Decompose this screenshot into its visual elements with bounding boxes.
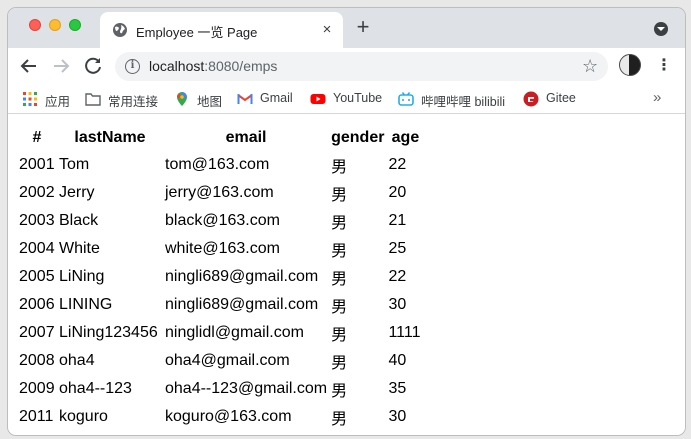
column-header-age: age <box>391 129 420 146</box>
cell-id: 2001 <box>19 156 55 173</box>
window-maximize-button[interactable] <box>69 19 81 31</box>
cell-gender: 男 <box>331 243 348 260</box>
bookmark-star-icon[interactable]: ☆ <box>582 56 598 76</box>
cell-lastname: LINING <box>59 296 113 313</box>
cell-id: 2007 <box>19 324 55 341</box>
cell-email: koguro@163.com <box>165 408 292 425</box>
cell-gender: 男 <box>331 299 348 316</box>
column-header-gender: gender <box>331 129 385 146</box>
cell-age: 20 <box>388 184 407 201</box>
cell-lastname: oha4 <box>59 352 95 369</box>
bookmarks-overflow-icon[interactable]: » <box>653 89 661 106</box>
cell-age: 1111 <box>388 324 421 341</box>
cell-email: oha4@gmail.com <box>165 352 290 369</box>
back-arrow-icon[interactable] <box>17 54 41 78</box>
table-row: 2007 LiNing123456 ninglidl@gmail.com 男 1… <box>18 320 423 346</box>
more-menu-icon[interactable]: ⋮ <box>656 55 672 77</box>
cell-email: ningli689@gmail.com <box>165 268 319 285</box>
tab-strip: Employee 一览 Page × + <box>8 8 685 48</box>
new-tab-button[interactable]: + <box>352 16 374 39</box>
cell-age: 35 <box>388 380 407 397</box>
folder-icon <box>85 91 101 107</box>
site-info-icon[interactable]: i <box>125 59 140 74</box>
cell-age: 40 <box>388 352 407 369</box>
page-content: # lastName email gender age 2001 Tom tom… <box>8 114 685 435</box>
table-row: 2005 LiNing ningli689@gmail.com 男 22 <box>18 264 423 290</box>
cell-lastname: Jerry <box>59 184 95 201</box>
cell-age: 21 <box>388 212 407 229</box>
cell-gender: 男 <box>331 411 348 428</box>
address-bar[interactable]: i localhost:8080/emps ☆ <box>115 52 608 81</box>
youtube-icon <box>310 91 326 107</box>
cell-age: 22 <box>388 268 407 285</box>
cell-lastname: White <box>59 240 100 257</box>
cell-email: white@163.com <box>165 240 280 257</box>
cell-gender: 男 <box>331 215 348 232</box>
cell-gender: 男 <box>331 355 348 372</box>
cell-email: ningli689@gmail.com <box>165 296 319 313</box>
cell-gender: 男 <box>331 159 348 176</box>
reload-icon[interactable] <box>81 54 105 78</box>
cell-email: tom@163.com <box>165 156 270 173</box>
tab-search-icon[interactable] <box>654 22 668 36</box>
cell-email: oha4--123@gmail.com <box>165 380 328 397</box>
table-row: 2004 White white@163.com 男 25 <box>18 236 423 262</box>
bookmarks-bar: 应用 常用连接 地图 Gmail YouTube 哔哩哔哩 bilibili G… <box>8 84 685 114</box>
window-minimize-button[interactable] <box>49 19 61 31</box>
cell-gender: 男 <box>331 383 348 400</box>
cell-id: 2002 <box>19 184 55 201</box>
forward-arrow-icon[interactable] <box>49 54 73 78</box>
cell-age: 30 <box>388 408 407 425</box>
globe-icon <box>112 22 128 38</box>
cell-email: jerry@163.com <box>165 184 274 201</box>
cell-id: 2011 <box>19 408 54 425</box>
table-header-row: # lastName email gender age <box>18 126 423 150</box>
cell-lastname: oha4--123 <box>59 380 132 397</box>
cell-lastname: LiNing123456 <box>59 324 158 341</box>
maps-pin-icon <box>174 91 190 107</box>
gitee-icon <box>523 91 539 107</box>
toolbar: i localhost:8080/emps ☆ ⋮ <box>8 48 685 84</box>
column-header-lastname: lastName <box>74 129 146 146</box>
cell-id: 2009 <box>19 380 55 397</box>
cell-email: black@163.com <box>165 212 280 229</box>
cell-email: ninglidl@gmail.com <box>165 324 304 341</box>
tab-close-icon[interactable]: × <box>318 21 336 39</box>
table-row: 2009 oha4--123 oha4--123@gmail.com 男 35 <box>18 376 423 402</box>
table-row: 2006 LINING ningli689@gmail.com 男 30 <box>18 292 423 318</box>
cell-lastname: LiNing <box>59 268 105 285</box>
column-header-id: # <box>32 129 42 146</box>
cell-age: 30 <box>388 296 407 313</box>
column-header-email: email <box>225 129 267 146</box>
window-close-button[interactable] <box>29 19 41 31</box>
table-row: 2008 oha4 oha4@gmail.com 男 40 <box>18 348 423 374</box>
cell-age: 25 <box>388 240 407 257</box>
tab-title: Employee 一览 Page <box>136 25 258 40</box>
employee-table: # lastName email gender age 2001 Tom tom… <box>16 124 425 432</box>
cell-lastname: koguro <box>59 408 108 425</box>
apps-grid-icon <box>22 91 38 107</box>
cell-gender: 男 <box>331 327 348 344</box>
cell-id: 2008 <box>19 352 55 369</box>
profile-avatar[interactable] <box>619 54 641 76</box>
table-row: 2011 koguro koguro@163.com 男 30 <box>18 404 423 430</box>
cell-id: 2006 <box>19 296 55 313</box>
cell-lastname: Tom <box>59 156 90 173</box>
table-row: 2002 Jerry jerry@163.com 男 20 <box>18 180 423 206</box>
gmail-icon <box>237 91 253 107</box>
cell-lastname: Black <box>59 212 99 229</box>
cell-id: 2004 <box>19 240 55 257</box>
tab-active[interactable]: Employee 一览 Page × <box>100 12 343 48</box>
cell-age: 22 <box>388 156 407 173</box>
table-row: 2003 Black black@163.com 男 21 <box>18 208 423 234</box>
browser-window: Employee 一览 Page × + i localhost:8080/em… <box>8 8 685 435</box>
cell-gender: 男 <box>331 271 348 288</box>
bilibili-icon <box>398 91 414 107</box>
cell-id: 2005 <box>19 268 55 285</box>
cell-id: 2003 <box>19 212 55 229</box>
url-text[interactable]: localhost:8080/emps <box>149 58 277 74</box>
cell-gender: 男 <box>331 187 348 204</box>
table-row: 2001 Tom tom@163.com 男 22 <box>18 152 423 178</box>
